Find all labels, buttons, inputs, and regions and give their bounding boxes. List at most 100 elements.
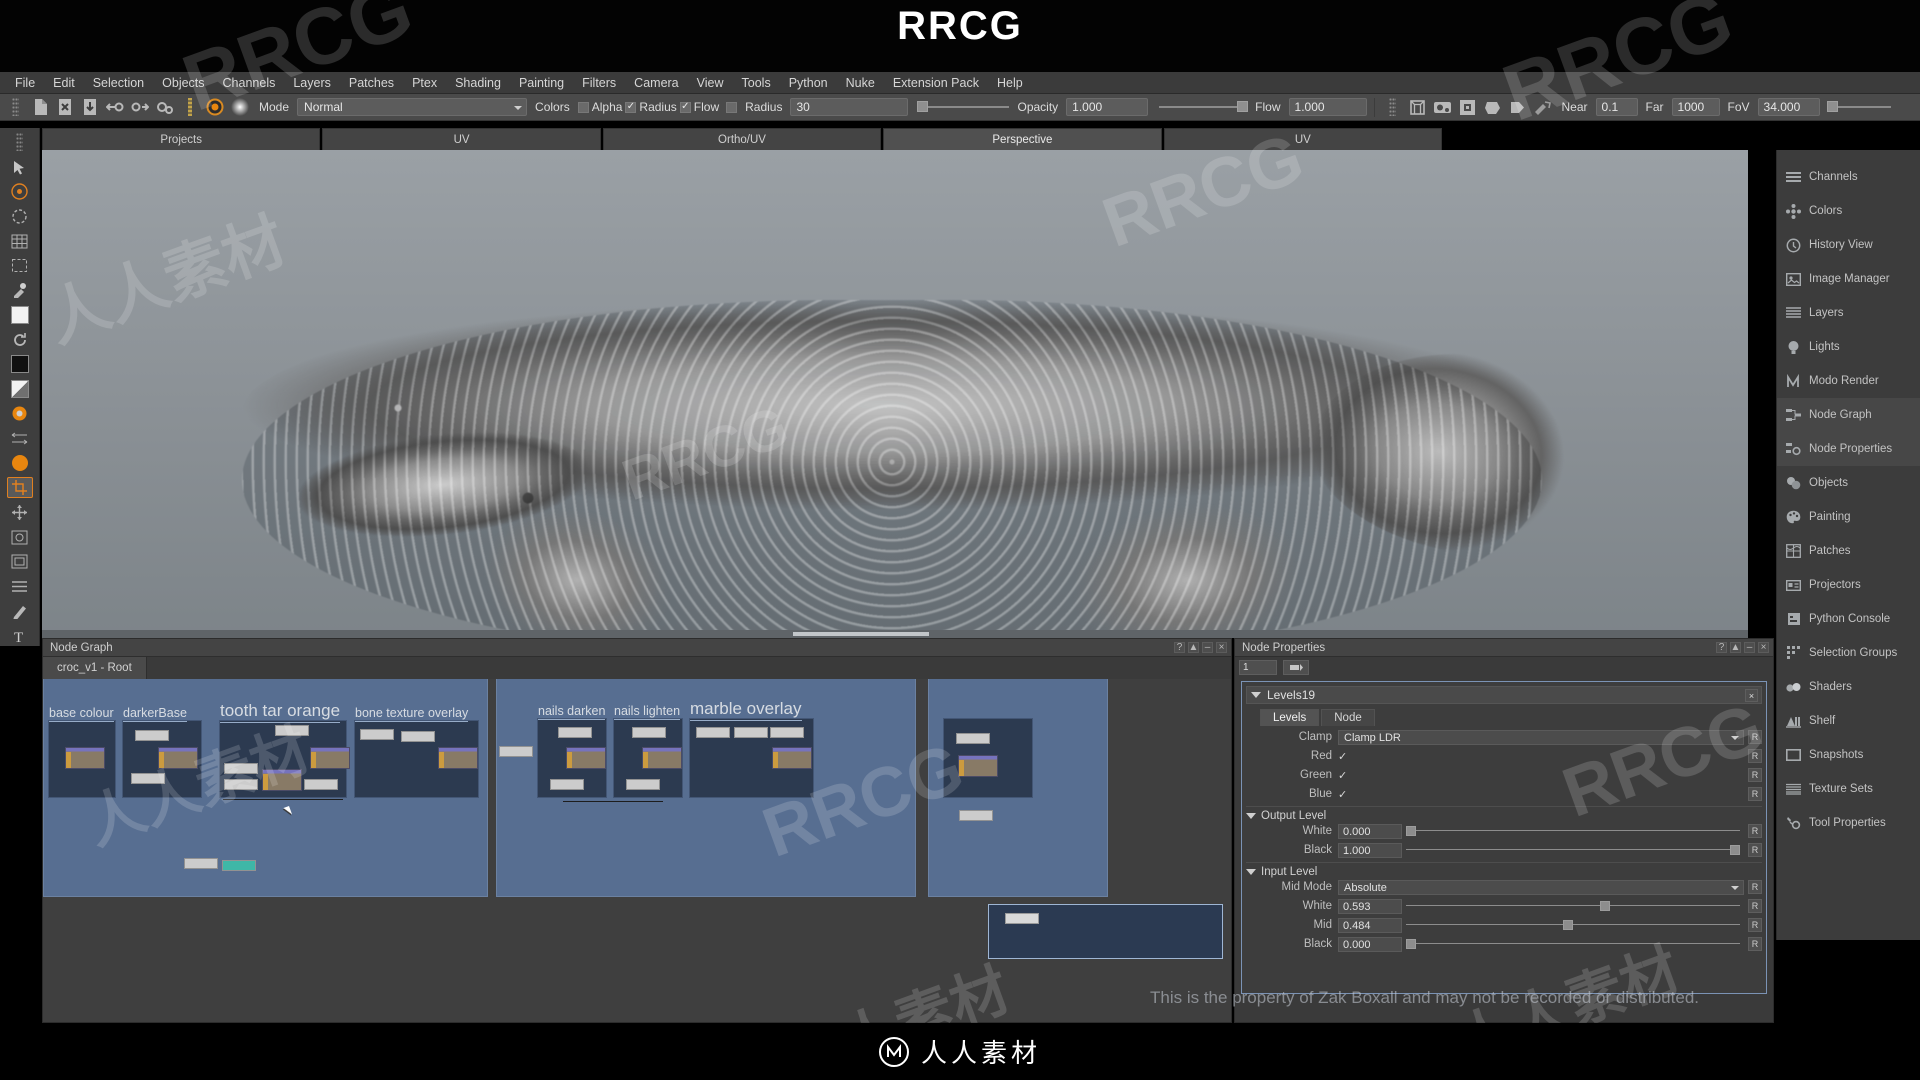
close-icon[interactable]: × xyxy=(1758,642,1769,653)
sidebar-item-python-console[interactable]: Python Console xyxy=(1777,602,1920,636)
node-item[interactable] xyxy=(770,727,804,738)
clamp-dropdown[interactable]: Clamp LDR xyxy=(1338,729,1744,745)
input-white-reset-button[interactable]: R xyxy=(1748,899,1762,913)
sidebar-item-texture-sets[interactable]: Texture Sets xyxy=(1777,772,1920,806)
pen-icon[interactable] xyxy=(7,601,33,622)
subgroup-tooth-tar-orange[interactable]: tooth tar orange xyxy=(219,701,350,798)
node-item[interactable] xyxy=(222,860,256,871)
bars-icon[interactable] xyxy=(7,576,33,597)
refresh-icon[interactable] xyxy=(7,329,33,350)
node-item[interactable] xyxy=(158,747,198,769)
input-mid-input[interactable]: 0.484 xyxy=(1338,917,1402,933)
flip-horizontal-icon[interactable] xyxy=(104,96,126,118)
menu-item-extension-pack[interactable]: Extension Pack xyxy=(884,74,988,92)
sidebar-item-modo-render[interactable]: Modo Render xyxy=(1777,364,1920,398)
input-white-input[interactable]: 0.593 xyxy=(1338,898,1402,914)
ruler-icon[interactable] xyxy=(179,96,201,118)
node-item[interactable] xyxy=(959,810,993,821)
grid-select-icon[interactable] xyxy=(1457,96,1479,118)
input-mid-slider[interactable] xyxy=(1406,918,1740,932)
collapse-icon[interactable]: ▲ xyxy=(1730,642,1741,653)
menu-item-shading[interactable]: Shading xyxy=(446,74,510,92)
node-group-specr[interactable]: specR xyxy=(928,679,1108,897)
sidebar-item-shelf[interactable]: Shelf xyxy=(1777,704,1920,738)
grip-icon-rail[interactable] xyxy=(7,132,33,153)
radius-slider[interactable] xyxy=(917,101,1010,112)
blue-reset-button[interactable]: R xyxy=(1748,787,1762,801)
collapse-icon[interactable]: ▲ xyxy=(1188,642,1199,653)
sidebar-item-node-properties[interactable]: Node Properties xyxy=(1777,432,1920,466)
expand-triangle-icon[interactable] xyxy=(1246,813,1256,819)
subgroup-nails-lighten[interactable]: nails lighten xyxy=(613,704,683,798)
green-checkbox[interactable]: ✓ xyxy=(1338,769,1352,782)
menu-item-edit[interactable]: Edit xyxy=(44,74,84,92)
sidebar-item-snapshots[interactable]: Snapshots xyxy=(1777,738,1920,772)
node-item[interactable] xyxy=(499,746,533,757)
radius-input[interactable]: 30 xyxy=(790,98,909,116)
minimize-icon[interactable]: – xyxy=(1744,642,1755,653)
grip-icon-2[interactable] xyxy=(1382,96,1404,118)
soft-brush-icon[interactable] xyxy=(229,96,251,118)
pointer-icon[interactable] xyxy=(7,157,33,178)
orange-dot-icon[interactable] xyxy=(7,453,33,474)
sidebar-item-lights[interactable]: Lights xyxy=(1777,330,1920,364)
eyedropper-icon[interactable] xyxy=(7,280,33,301)
fov-slider[interactable] xyxy=(1826,101,1891,112)
input-black-input[interactable]: 0.000 xyxy=(1338,936,1402,952)
sidebar-item-channels[interactable]: Channels xyxy=(1777,160,1920,194)
node-item[interactable] xyxy=(184,858,218,869)
menu-item-tools[interactable]: Tools xyxy=(733,74,780,92)
sidebar-item-projectors[interactable]: Projectors xyxy=(1777,568,1920,602)
subgroup-darker-base[interactable]: darkerBase xyxy=(122,706,202,798)
menu-item-channels[interactable]: Channels xyxy=(214,74,285,92)
node-item[interactable] xyxy=(956,733,990,744)
blue-checkbox[interactable]: ✓ xyxy=(1338,788,1352,801)
crop-icon[interactable] xyxy=(6,477,33,499)
menu-item-view[interactable]: View xyxy=(688,74,733,92)
perspective-viewport[interactable] xyxy=(42,150,1748,638)
circle-select-icon[interactable] xyxy=(7,206,33,227)
menu-item-camera[interactable]: Camera xyxy=(625,74,687,92)
target-icon[interactable] xyxy=(204,96,226,118)
output-black-reset-button[interactable]: R xyxy=(1748,843,1762,857)
grid-icon[interactable] xyxy=(7,231,33,252)
menu-item-python[interactable]: Python xyxy=(780,74,837,92)
opacity-input[interactable]: 1.000 xyxy=(1066,98,1149,116)
cube-icon[interactable] xyxy=(1407,96,1429,118)
sidebar-item-objects[interactable]: Objects xyxy=(1777,466,1920,500)
node-item[interactable] xyxy=(958,755,998,777)
node-item[interactable] xyxy=(772,747,812,769)
node-item[interactable] xyxy=(65,747,105,769)
black-swatch-icon[interactable] xyxy=(7,354,33,375)
output-white-reset-button[interactable]: R xyxy=(1748,824,1762,838)
subgroup-bone-texture-overlay[interactable]: bone texture overlay xyxy=(354,706,479,798)
menu-item-objects[interactable]: Objects xyxy=(153,74,213,92)
node-item[interactable] xyxy=(262,769,302,791)
node-item[interactable] xyxy=(1005,913,1039,924)
flip-vertical-icon[interactable] xyxy=(129,96,151,118)
tab-node[interactable]: Node xyxy=(1321,709,1375,726)
expand-triangle-icon[interactable] xyxy=(1251,692,1261,698)
output-black-input[interactable]: 1.000 xyxy=(1338,842,1402,858)
move-icon[interactable] xyxy=(7,502,33,523)
sidebar-item-node-graph[interactable]: Node Graph xyxy=(1777,398,1920,432)
output-white-slider[interactable] xyxy=(1406,824,1740,838)
sidebar-item-history-view[interactable]: History View xyxy=(1777,228,1920,262)
close-document-icon[interactable] xyxy=(54,96,76,118)
remove-node-button[interactable]: × xyxy=(1745,689,1758,702)
clamp-reset-button[interactable]: R xyxy=(1748,730,1762,744)
menu-item-painting[interactable]: Painting xyxy=(510,74,573,92)
white-swatch-icon[interactable] xyxy=(7,305,33,326)
node-item[interactable] xyxy=(131,773,165,784)
sidebar-item-image-manager[interactable]: Image Manager xyxy=(1777,262,1920,296)
menu-item-selection[interactable]: Selection xyxy=(84,74,153,92)
input-white-slider[interactable] xyxy=(1406,899,1740,913)
green-reset-button[interactable]: R xyxy=(1748,768,1762,782)
settings-brush-icon[interactable] xyxy=(154,96,176,118)
alpha-checkbox[interactable]: Alpha xyxy=(577,100,622,114)
gradient-swatch-icon[interactable] xyxy=(7,379,33,400)
node-item[interactable] xyxy=(696,727,730,738)
node-item[interactable] xyxy=(135,730,169,741)
node-item[interactable] xyxy=(360,729,394,740)
radius-checkbox[interactable]: ✓ Radius xyxy=(625,100,677,114)
